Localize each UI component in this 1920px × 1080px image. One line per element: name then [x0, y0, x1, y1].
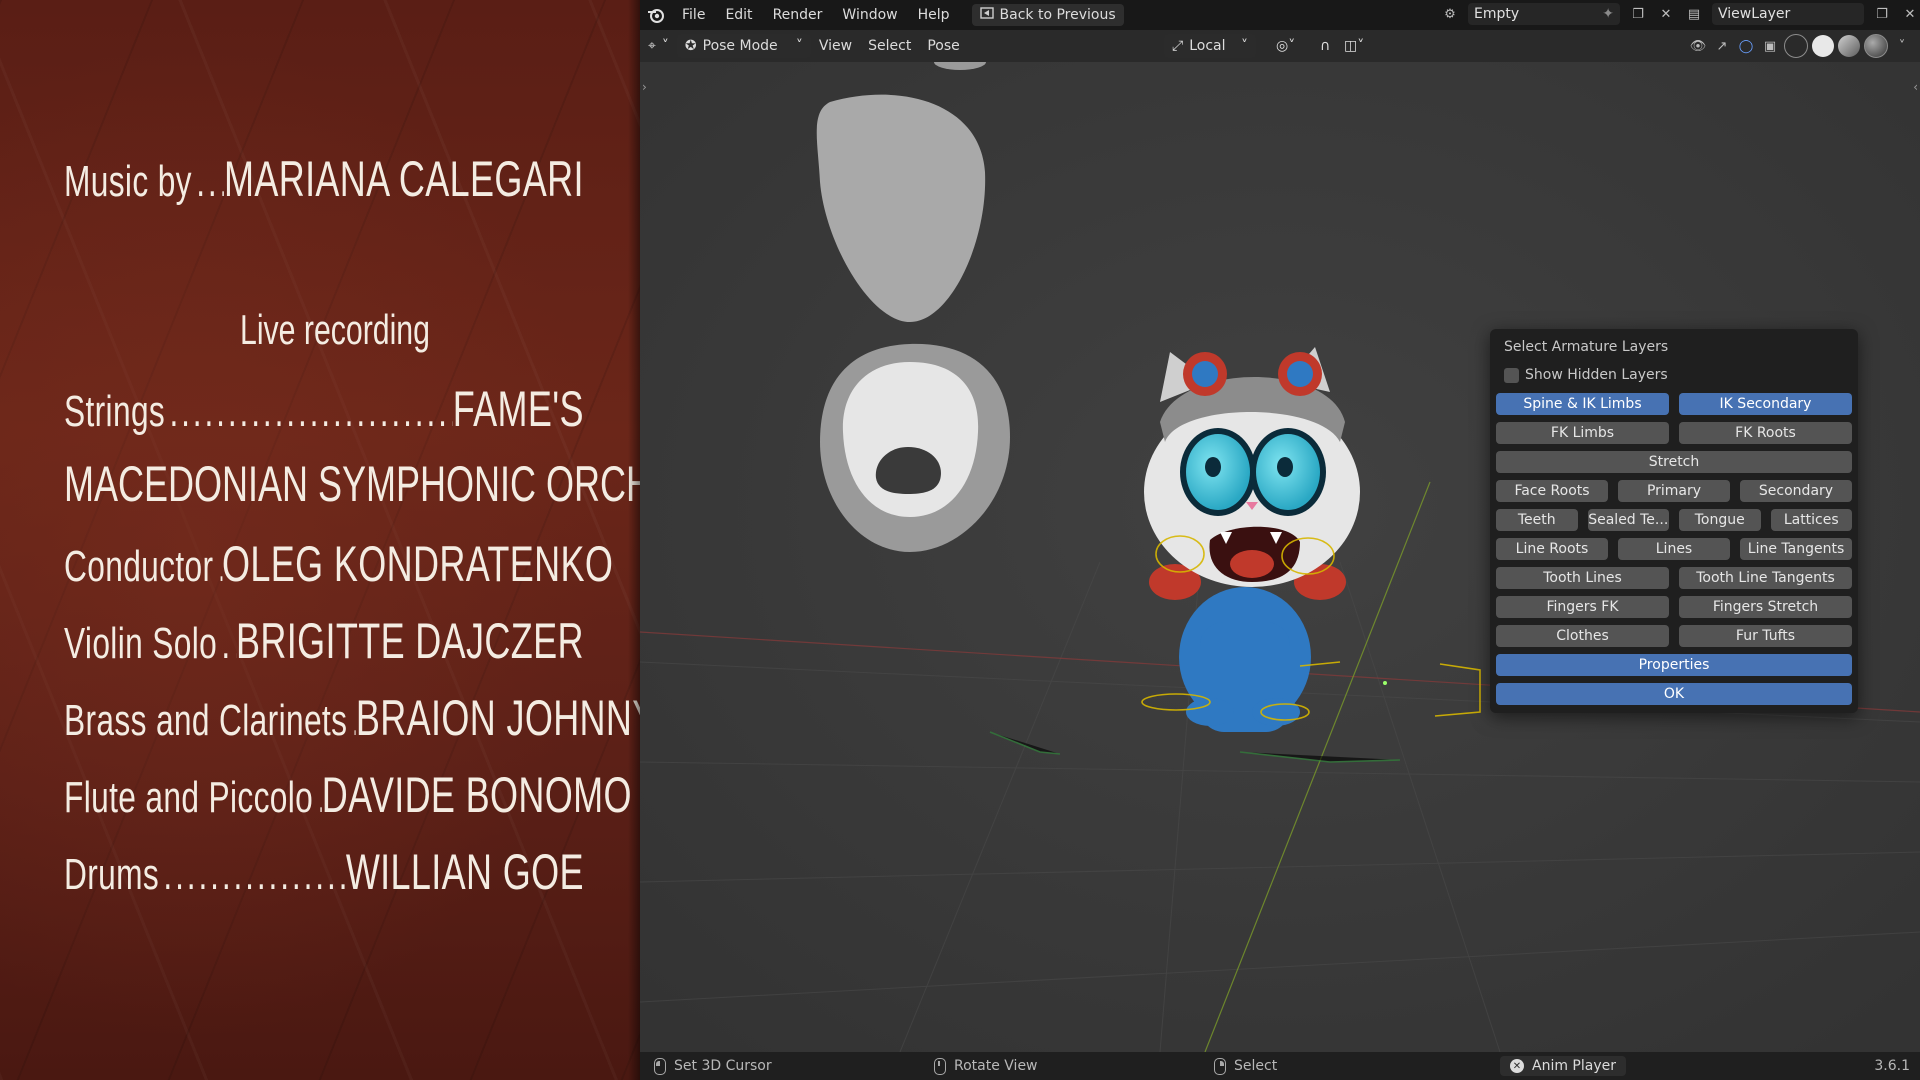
- blender-logo-icon[interactable]: [646, 5, 666, 25]
- layer-button-lattices[interactable]: Lattices: [1770, 509, 1852, 531]
- menu-select[interactable]: Select: [860, 34, 919, 58]
- credit-conductor: Conductor .......... OLEG KONDRATENKO: [64, 536, 614, 592]
- credit-live-recording: Live recording: [240, 306, 430, 353]
- close-circle-icon[interactable]: ✕: [1510, 1059, 1524, 1073]
- gizmo-icon[interactable]: ↗: [1712, 36, 1732, 56]
- viewport-header: ⌖ ˅ ✪ Pose Mode ˅ View Select Pose ⤢ Loca…: [640, 30, 1920, 62]
- visibility-icon[interactable]: 👁: [1688, 36, 1708, 56]
- sidebar-expand-icon[interactable]: ‹: [1913, 80, 1918, 94]
- menu-edit[interactable]: Edit: [715, 3, 762, 27]
- snap-target-icon[interactable]: ◫˅: [1336, 34, 1372, 58]
- rendered-shading-icon[interactable]: [1864, 34, 1888, 58]
- layer-button-sealed-te[interactable]: Sealed Te...: [1587, 509, 1669, 531]
- layer-button-primary[interactable]: Primary: [1618, 480, 1730, 502]
- layer-button-lines[interactable]: Lines: [1618, 538, 1730, 560]
- menu-help[interactable]: Help: [908, 3, 960, 27]
- wireframe-shading-icon[interactable]: [1784, 34, 1808, 58]
- layer-button-ok[interactable]: OK: [1496, 683, 1852, 705]
- top-bar: File Edit Render Window Help Back to Pre…: [640, 0, 1920, 30]
- layer-button-tongue[interactable]: Tongue: [1679, 509, 1761, 531]
- menu-view[interactable]: View: [811, 34, 860, 58]
- material-shading-icon[interactable]: [1838, 35, 1860, 57]
- layer-button-spine-ik-limbs[interactable]: Spine & IK Limbs: [1496, 393, 1669, 415]
- menu-window[interactable]: Window: [832, 3, 907, 27]
- overlays-icon[interactable]: ◯: [1736, 36, 1756, 56]
- new-scene-icon[interactable]: ❐: [1628, 4, 1648, 24]
- pivot-point-icon[interactable]: ◎˅: [1268, 34, 1303, 58]
- status-bar: Set 3D Cursor Rotate View Select ✕ Anim …: [640, 1052, 1920, 1080]
- solid-shading-icon[interactable]: [1812, 35, 1834, 57]
- credit-flute: Flute and Piccolo .......... DAVIDE BONO…: [64, 767, 632, 823]
- axis-icon: ⌖: [648, 38, 656, 54]
- credit-drums: Drums ............................... WI…: [64, 844, 584, 900]
- toolbar-expand-icon[interactable]: ›: [642, 80, 647, 94]
- layer-button-fingers-fk[interactable]: Fingers FK: [1496, 596, 1669, 618]
- credit-music: Music by .......... MARIANA CALEGARI: [64, 151, 584, 207]
- back-to-previous-button[interactable]: Back to Previous: [971, 4, 1124, 26]
- chevron-down-icon[interactable]: ˅: [1892, 36, 1912, 56]
- layer-button-fk-roots[interactable]: FK Roots: [1679, 422, 1852, 444]
- status-middle-click: Rotate View: [934, 1057, 1038, 1075]
- scene-field[interactable]: Empty ✦: [1468, 3, 1620, 25]
- status-right-click: Select: [1214, 1057, 1277, 1075]
- mode-dropdown[interactable]: ✪ Pose Mode ˅: [676, 34, 811, 58]
- mouse-right-icon: [1214, 1057, 1226, 1075]
- layer-button-fk-limbs[interactable]: FK Limbs: [1496, 422, 1669, 444]
- checkbox-icon[interactable]: [1504, 367, 1519, 383]
- mouse-left-icon: [654, 1057, 666, 1075]
- credit-orchestra: MACEDONIAN SYMPHONIC ORCHESTRA: [64, 456, 640, 512]
- layer-button-clothes[interactable]: Clothes: [1496, 625, 1669, 647]
- layer-button-tooth-line-tangents[interactable]: Tooth Line Tangents: [1679, 567, 1852, 589]
- pose-mode-icon: ✪: [684, 38, 697, 54]
- snap-icon[interactable]: ∩: [1312, 34, 1338, 58]
- menu-render[interactable]: Render: [763, 3, 833, 27]
- scene-icon[interactable]: ⚙: [1440, 4, 1460, 24]
- layer-button-ik-secondary[interactable]: IK Secondary: [1679, 393, 1852, 415]
- status-left-click: Set 3D Cursor: [654, 1057, 772, 1075]
- new-view-layer-icon[interactable]: ❐: [1872, 4, 1892, 24]
- layer-button-teeth[interactable]: Teeth: [1496, 509, 1578, 531]
- layer-button-line-roots[interactable]: Line Roots: [1496, 538, 1608, 560]
- origin-point: [1383, 681, 1387, 685]
- layer-button-tooth-lines[interactable]: Tooth Lines: [1496, 567, 1669, 589]
- layer-button-stretch[interactable]: Stretch: [1496, 451, 1852, 473]
- layer-button-face-roots[interactable]: Face Roots: [1496, 480, 1608, 502]
- menu-file[interactable]: File: [672, 3, 715, 27]
- chevron-down-icon: ˅: [795, 38, 803, 54]
- xray-icon[interactable]: ▣: [1760, 36, 1780, 56]
- select-armature-layers-popup: Select Armature Layers Show Hidden Layer…: [1490, 329, 1858, 713]
- editor-type-button[interactable]: ⌖ ˅: [640, 34, 677, 58]
- mouse-middle-icon: [934, 1057, 946, 1075]
- view-layer-field[interactable]: ViewLayer: [1712, 3, 1864, 25]
- orientation-icon: ⤢: [1172, 38, 1184, 54]
- layer-button-secondary[interactable]: Secondary: [1740, 480, 1852, 502]
- topbar-right: ⚙ Empty ✦ ❐ ✕ ▤ ViewLayer ❐ ✕: [1440, 3, 1920, 25]
- layer-button-line-tangents[interactable]: Line Tangents: [1740, 538, 1852, 560]
- credit-brass: Brass and Clarinets .......... BRAION JO…: [64, 690, 640, 746]
- anim-player-button[interactable]: ✕ Anim Player: [1500, 1056, 1626, 1076]
- layer-button-properties[interactable]: Properties: [1496, 654, 1852, 676]
- delete-scene-icon[interactable]: ✕: [1656, 4, 1676, 24]
- credit-strings: Strings ............................... …: [64, 381, 584, 437]
- credit-violin: Violin Solo .......... BRIGITTE DAJCZER: [64, 613, 584, 669]
- credits-panel: Music by .......... MARIANA CALEGARI Liv…: [0, 0, 640, 1080]
- transform-orientation-dropdown[interactable]: ⤢ Local ˅: [1164, 34, 1256, 58]
- version-label: 3.6.1: [1874, 1058, 1910, 1074]
- popup-title: Select Armature Layers: [1504, 339, 1669, 355]
- viewport-header-right: 👁 ↗ ◯ ▣ ˅: [1688, 34, 1912, 58]
- delete-view-layer-icon[interactable]: ✕: [1900, 4, 1920, 24]
- chevron-down-icon: ˅: [1241, 38, 1248, 54]
- screen-back-icon: [979, 7, 994, 23]
- chevron-down-icon: ˅: [661, 38, 669, 54]
- pin-icon[interactable]: ✦: [1602, 6, 1614, 22]
- view-layer-icon[interactable]: ▤: [1684, 4, 1704, 24]
- layer-button-fingers-stretch[interactable]: Fingers Stretch: [1679, 596, 1852, 618]
- layer-button-fur-tufts[interactable]: Fur Tufts: [1679, 625, 1852, 647]
- show-hidden-layers-checkbox[interactable]: Show Hidden Layers: [1504, 367, 1668, 383]
- menu-pose[interactable]: Pose: [919, 34, 967, 58]
